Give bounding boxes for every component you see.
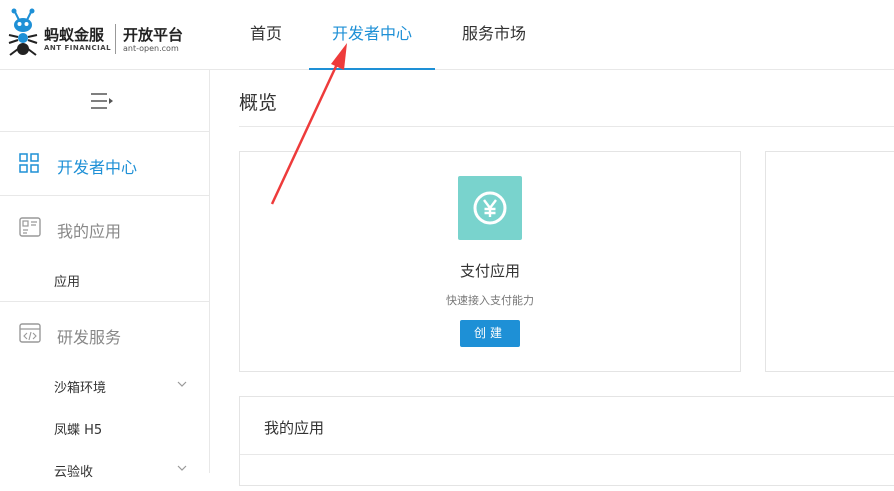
sidebar-item-label: 开发者中心 — [57, 158, 138, 177]
sidebar-item-dev-services[interactable]: 研发服务 — [0, 302, 209, 366]
payment-app-card: 支付应用 快速接入支付能力 创建 — [239, 151, 741, 372]
chevron-down-icon — [177, 381, 187, 387]
ant-logo-icon — [8, 8, 38, 56]
title-divider — [239, 126, 894, 127]
sidebar-subitem-label: 沙箱环境 — [54, 381, 107, 396]
payment-app-icon — [458, 176, 522, 240]
page-title: 概览 — [239, 92, 278, 114]
brand-name-en: ANT FINANCIAL — [44, 44, 112, 52]
sidebar-item-my-apps[interactable]: 我的应用 — [0, 196, 209, 260]
menu-collapse-icon — [91, 93, 113, 109]
yuan-icon — [473, 191, 507, 225]
nav-tab-service-market[interactable]: 服务市场 — [448, 0, 540, 70]
brand-name: 蚂蚁金服 — [44, 26, 105, 44]
sidebar: 开发者中心 我的应用 应用 研发服务 沙箱环境 凤蝶 H5 云验收 — [0, 70, 210, 480]
sidebar-toggle[interactable] — [0, 70, 209, 132]
create-payment-app-button[interactable]: 创建 — [460, 320, 520, 347]
sidebar-subitem-fengdie-h5[interactable]: 凤蝶 H5 — [0, 407, 209, 449]
top-header: 蚂蚁金服 ANT FINANCIAL 开放平台 ant-open.com 首页 … — [0, 0, 894, 70]
sidebar-subitem-label: 凤蝶 H5 — [54, 423, 103, 438]
app-icon — [19, 217, 41, 237]
sidebar-subitem-label: 应用 — [54, 275, 81, 290]
platform-name: 开放平台 — [123, 26, 184, 44]
app-card-partial — [765, 151, 894, 372]
sidebar-subitem-label: 云验收 — [54, 465, 94, 480]
ant-open-logo[interactable]: 蚂蚁金服 ANT FINANCIAL 开放平台 ant-open.com — [6, 8, 196, 62]
sidebar-subitem-apps[interactable]: 应用 — [0, 259, 209, 301]
chevron-down-icon — [177, 465, 187, 471]
code-icon — [19, 323, 41, 343]
nav-tab-home[interactable]: 首页 — [236, 0, 296, 70]
platform-domain: ant-open.com — [123, 44, 179, 53]
my-apps-divider — [240, 454, 894, 455]
sidebar-subitem-sandbox[interactable]: 沙箱环境 — [0, 365, 209, 407]
nav-tab-developer-center[interactable]: 开发者中心 — [309, 0, 435, 70]
my-apps-title: 我的应用 — [264, 419, 325, 437]
grid-icon — [19, 153, 39, 173]
logo-divider — [115, 24, 116, 54]
sidebar-item-developer-center[interactable]: 开发者中心 — [0, 132, 209, 196]
main-content: 概览 支付应用 快速接入支付能力 创建 我的应用 — [211, 70, 894, 486]
sidebar-subitem-cloud-acceptance[interactable]: 云验收 — [0, 449, 209, 491]
sidebar-item-label: 我的应用 — [57, 222, 122, 241]
payment-app-description: 快速接入支付能力 — [446, 294, 534, 307]
sidebar-item-label: 研发服务 — [57, 328, 122, 347]
payment-app-title: 支付应用 — [459, 262, 520, 280]
